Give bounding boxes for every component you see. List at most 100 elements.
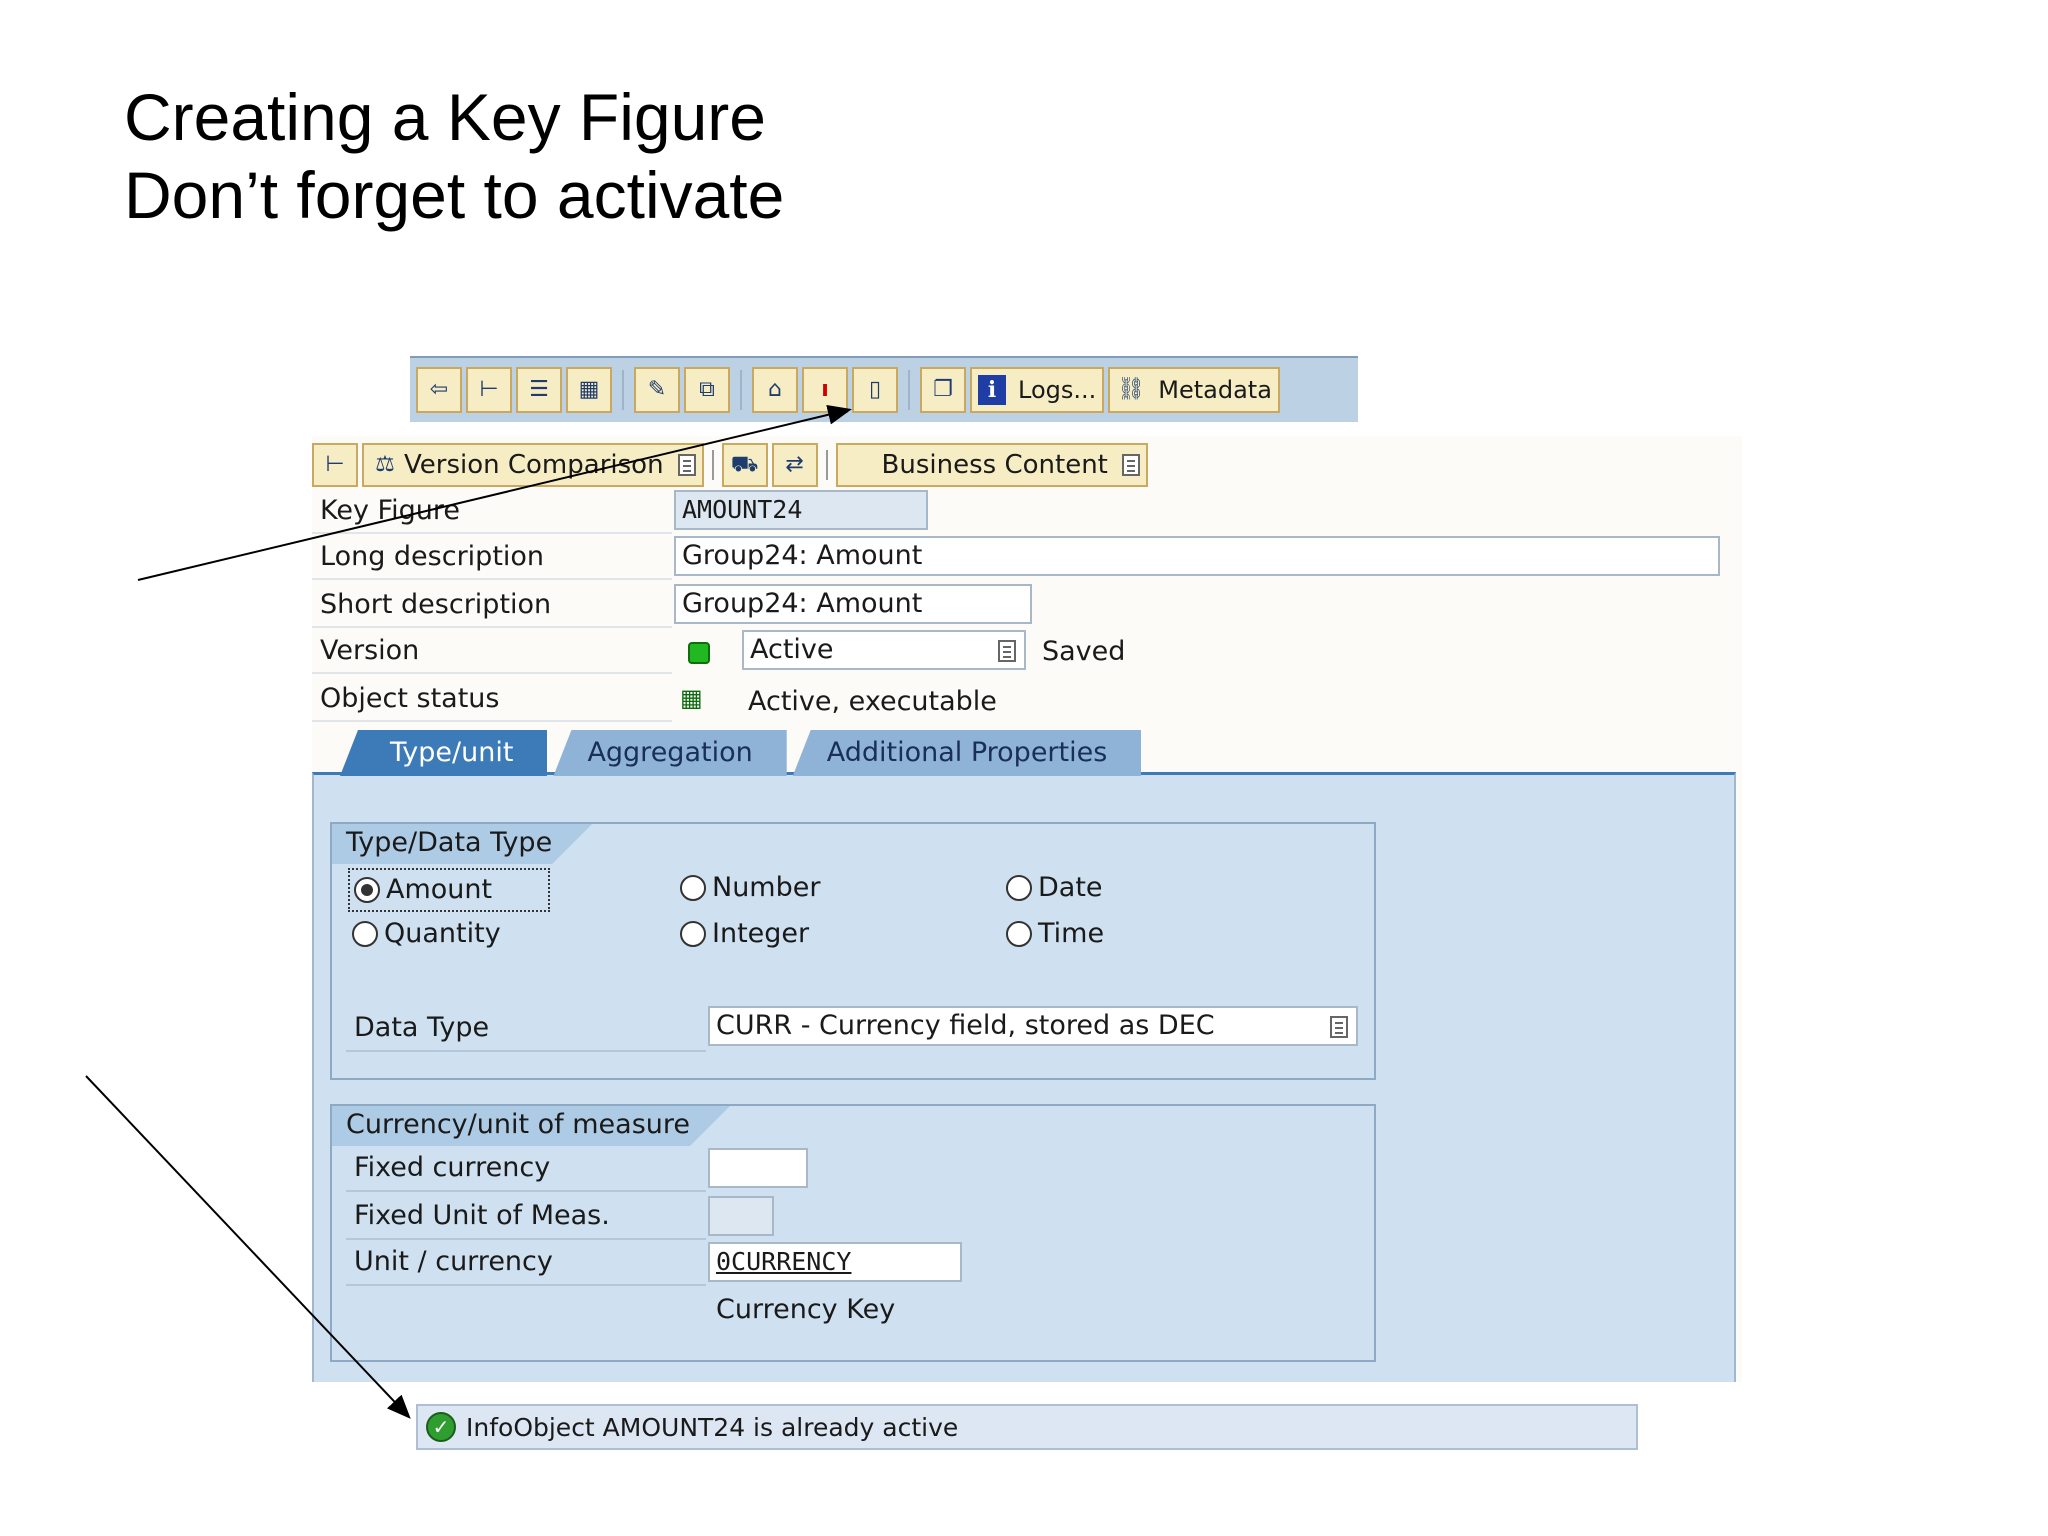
sub-toolbar-separator [711,450,714,480]
status-message: InfoObject AMOUNT24 is already active [466,1412,959,1442]
slide-title-line2: Don’t forget to activate [124,158,785,232]
currency-group-title: Currency/unit of measure [332,1106,730,1146]
radio-icon [1006,921,1032,947]
radio-amount[interactable]: Amount [348,868,550,912]
where-used-button[interactable]: ⇄ [771,443,818,487]
toolbar-separator [622,370,624,410]
unit-currency-label: Unit / currency [346,1240,706,1286]
metadata-button[interactable]: ⛓ Metadata [1108,367,1280,413]
short-description-label: Short description [312,584,672,628]
table-grid-icon: ▦ [578,377,600,402]
dropdown-icon[interactable] [998,640,1016,662]
business-content-button[interactable]: Business Content [835,443,1148,487]
tab-aggregation[interactable]: Aggregation [553,730,787,776]
fixed-currency-field[interactable] [708,1148,808,1188]
radio-date[interactable]: Date [1006,868,1103,908]
radio-time-label: Time [1038,918,1105,949]
radio-icon [1006,875,1032,901]
version-comparison-label: Version Comparison [404,450,664,480]
back-arrow-icon: ⇦ [429,377,449,402]
back-button[interactable]: ⇦ [416,367,462,413]
data-type-label: Data Type [346,1006,706,1052]
tab-strip: Type/unit Aggregation Additional Propert… [340,730,1142,776]
hierarchy-button[interactable]: ⊢ [466,367,512,413]
info-icon: i [978,375,1006,405]
version-comparison-button[interactable]: ⚖ Version Comparison [362,443,704,487]
slide-title: Creating a Key Figure Don’t forget to ac… [124,78,784,234]
dropdown-icon [1121,454,1140,476]
transport-button[interactable]: ⧉ [684,367,730,413]
dropdown-icon[interactable] [1330,1016,1348,1038]
check-button[interactable]: ✎ [634,367,680,413]
executable-status-icon: ▦ [680,684,703,712]
hierarchy-button[interactable]: ⊢ [312,443,358,487]
new-document-icon: ▯ [868,377,882,402]
data-type-select[interactable]: CURR - Currency field, stored as DEC [708,1006,1358,1046]
network-button[interactable]: ⌂ [752,367,798,413]
short-description-field[interactable]: Group24: Amount [674,584,1032,624]
table-button[interactable]: ▦ [566,367,612,413]
version-value: Active [750,634,834,665]
sub-toolbar: ⊢ ⚖ Version Comparison ⛟ ⇄ Business Cont… [312,442,1148,488]
transport-truck-button[interactable]: ⛟ [721,443,768,487]
key-figure-label: Key Figure [312,490,672,534]
status-bar: ✓ InfoObject AMOUNT24 is already active [416,1404,1638,1450]
radio-selected-icon [354,877,380,903]
sub-toolbar-separator [825,450,828,480]
activate-icon: ı [821,377,829,402]
fixed-currency-label: Fixed currency [346,1146,706,1192]
version-saved-text: Saved [1042,636,1126,667]
radio-time[interactable]: Time [1006,914,1104,954]
object-status-label: Object status [312,678,672,722]
logs-button[interactable]: i Logs... [970,367,1105,413]
long-description-label: Long description [312,536,672,580]
object-status-value: Active, executable [748,686,997,717]
hierarchy-icon: ⊢ [479,377,499,402]
truck-icon: ⛟ [730,452,759,477]
radio-icon [680,921,706,947]
radio-quantity-label: Quantity [384,918,501,949]
unit-currency-field[interactable]: 0CURRENCY [708,1242,962,1282]
business-content-label: Business Content [881,450,1108,480]
fixed-unit-label: Fixed Unit of Meas. [346,1194,706,1240]
toolbar-separator [740,370,742,410]
transport-icon: ⧉ [699,377,715,402]
where-used-icon: ⇄ [785,452,804,477]
list-button[interactable]: ☰ [516,367,562,413]
compare-icon: ⚖ [375,452,395,477]
network-icon: ⌂ [768,377,782,402]
data-type-value: CURR - Currency field, stored as DEC [716,1010,1215,1041]
main-toolbar: ⇦ ⊢ ☰ ▦ ✎ ⧉ ⌂ ı ▯ ❐ i Logs... ⛓ Metadata [410,356,1358,422]
fixed-unit-field [708,1196,774,1236]
radio-icon [352,921,378,947]
radio-number[interactable]: Number [680,868,820,908]
green-status-icon [688,642,710,664]
long-description-field[interactable]: Group24: Amount [674,536,1720,576]
radio-integer-label: Integer [712,918,810,949]
tab-type-unit[interactable]: Type/unit [340,730,548,776]
version-label: Version [312,630,672,674]
dropdown-icon [677,454,696,476]
radio-integer[interactable]: Integer [680,914,809,954]
hierarchy-icon: ⊢ [325,452,345,477]
binoculars-icon: ⛓ [1117,377,1146,402]
radio-quantity[interactable]: Quantity [352,914,501,954]
version-select[interactable]: Active [742,630,1026,670]
new-document-button[interactable]: ▯ [852,367,898,413]
copy-button[interactable]: ❐ [920,367,966,413]
list-icon: ☰ [529,377,549,402]
radio-number-label: Number [712,872,821,903]
radio-amount-label: Amount [386,874,493,905]
activate-button[interactable]: ı [802,367,848,413]
copy-icon: ❐ [933,377,953,402]
key-figure-field: AMOUNT24 [674,490,928,530]
radio-date-label: Date [1038,872,1103,903]
tab-additional-properties[interactable]: Additional Properties [792,730,1142,776]
logs-label: Logs... [1018,376,1097,404]
slide-title-line1: Creating a Key Figure [124,80,766,154]
toolbar-separator [908,370,910,410]
radio-icon [680,875,706,901]
success-check-icon: ✓ [426,1412,456,1442]
unit-currency-description: Currency Key [716,1294,896,1325]
check-icon: ✎ [647,377,667,402]
